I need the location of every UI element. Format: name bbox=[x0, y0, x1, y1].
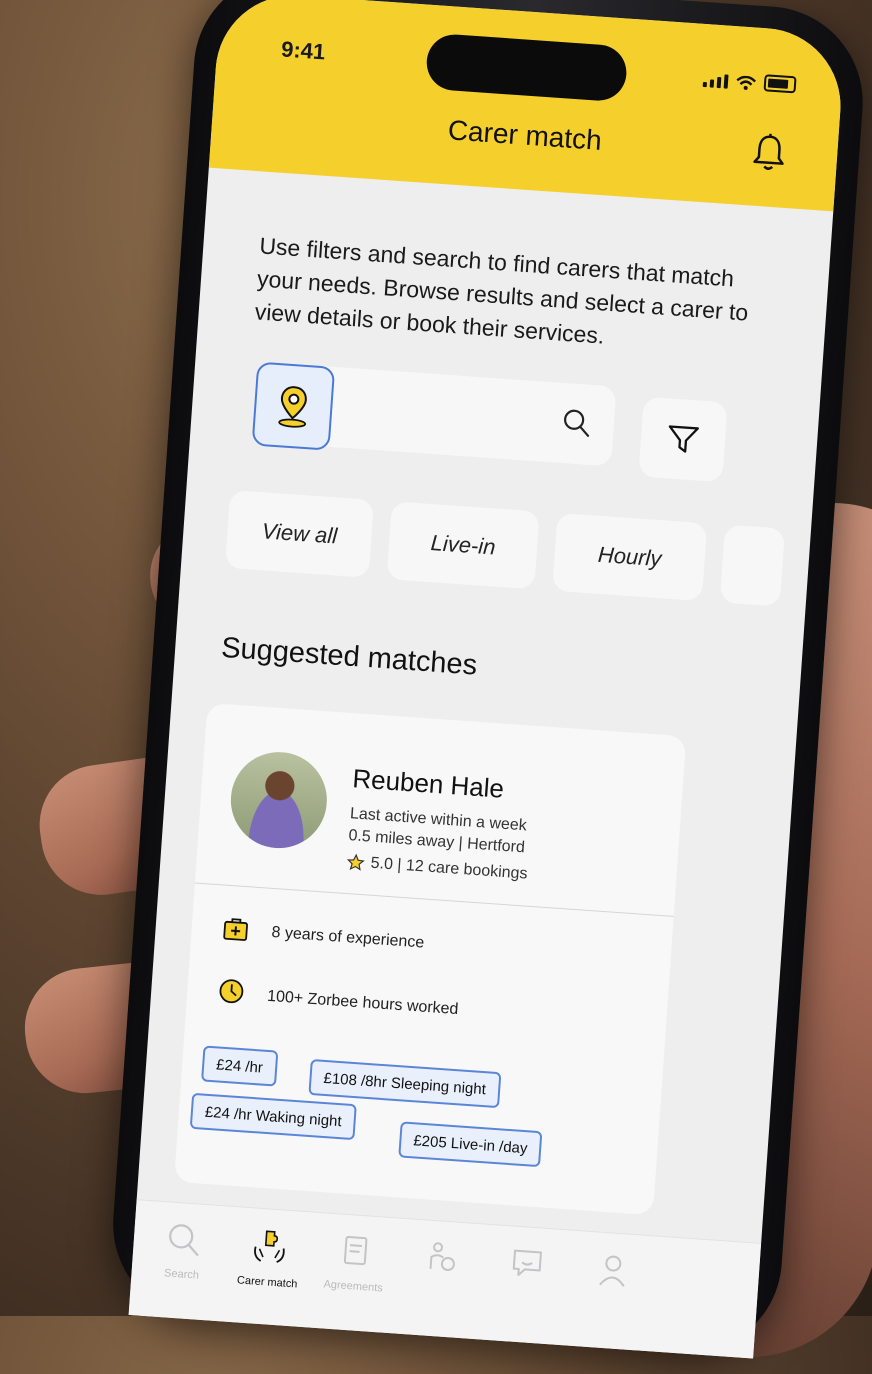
nav-carer-match[interactable]: Carer match bbox=[227, 1225, 311, 1291]
star-icon bbox=[346, 853, 365, 872]
nav-care-label bbox=[399, 1284, 479, 1290]
intro-text: Use filters and search to find carers th… bbox=[254, 229, 770, 363]
status-icons bbox=[703, 70, 797, 93]
price-chip-hourly[interactable]: £24 /hr bbox=[201, 1045, 278, 1086]
clock-icon bbox=[216, 976, 246, 1006]
agreement-icon bbox=[336, 1232, 374, 1270]
rating-text: 5.0 | 12 care bookings bbox=[370, 855, 528, 884]
nav-profile[interactable] bbox=[571, 1249, 654, 1301]
chip-more[interactable] bbox=[720, 525, 785, 607]
nav-messages-label bbox=[485, 1290, 565, 1296]
filter-button[interactable] bbox=[638, 397, 727, 483]
avatar bbox=[228, 749, 330, 851]
chip-hourly[interactable]: Hourly bbox=[552, 513, 707, 601]
bottom-nav: Search Carer match Agreements bbox=[129, 1199, 762, 1358]
carer-card[interactable]: Reuben Hale Last active within a week 0.… bbox=[174, 703, 686, 1215]
location-pin-icon bbox=[275, 383, 312, 429]
nav-carer-match-label: Carer match bbox=[227, 1274, 308, 1292]
page-title: Carer match bbox=[211, 98, 838, 174]
price-chip-sleeping-night[interactable]: £108 /8hr Sleeping night bbox=[308, 1059, 501, 1108]
app-screen: 9:41 Carer match Use filters and bbox=[129, 0, 846, 1359]
nav-agreements-label: Agreements bbox=[313, 1278, 394, 1296]
nav-messages[interactable] bbox=[485, 1243, 568, 1295]
wifi-icon bbox=[736, 75, 757, 90]
price-chip-waking-night[interactable]: £24 /hr Waking night bbox=[190, 1093, 357, 1140]
status-time: 9:41 bbox=[280, 36, 326, 65]
search-icon[interactable] bbox=[561, 407, 593, 439]
nav-care[interactable] bbox=[399, 1237, 482, 1289]
care-icon bbox=[422, 1238, 460, 1276]
profile-icon bbox=[594, 1250, 632, 1288]
location-button[interactable] bbox=[252, 362, 336, 451]
carer-name: Reuben Hale bbox=[351, 763, 505, 805]
chip-view-all[interactable]: View all bbox=[225, 490, 374, 578]
signal-icon bbox=[703, 73, 729, 89]
rating-row: 5.0 | 12 care bookings bbox=[346, 853, 528, 884]
section-title: Suggested matches bbox=[220, 632, 478, 683]
first-aid-kit-icon bbox=[221, 914, 251, 944]
nav-search[interactable]: Search bbox=[141, 1219, 225, 1283]
dynamic-island bbox=[425, 33, 628, 103]
chip-live-in[interactable]: Live-in bbox=[387, 501, 540, 589]
chat-icon bbox=[508, 1244, 546, 1282]
nav-profile-label bbox=[571, 1296, 651, 1302]
nav-search-label: Search bbox=[141, 1266, 222, 1284]
puzzle-hands-icon bbox=[248, 1226, 291, 1267]
filter-icon bbox=[665, 422, 701, 456]
battery-icon bbox=[763, 74, 796, 93]
search-icon bbox=[165, 1220, 203, 1258]
app-header: 9:41 Carer match bbox=[209, 0, 846, 211]
price-chip-live-in[interactable]: £205 Live-in /day bbox=[398, 1121, 542, 1167]
card-divider bbox=[195, 882, 674, 916]
phone: 9:41 Carer match Use filters and bbox=[107, 0, 870, 1360]
experience-text: 8 years of experience bbox=[271, 924, 425, 953]
bell-icon[interactable] bbox=[750, 132, 789, 174]
nav-agreements[interactable]: Agreements bbox=[313, 1231, 397, 1295]
hours-worked-text: 100+ Zorbee hours worked bbox=[266, 988, 458, 1019]
